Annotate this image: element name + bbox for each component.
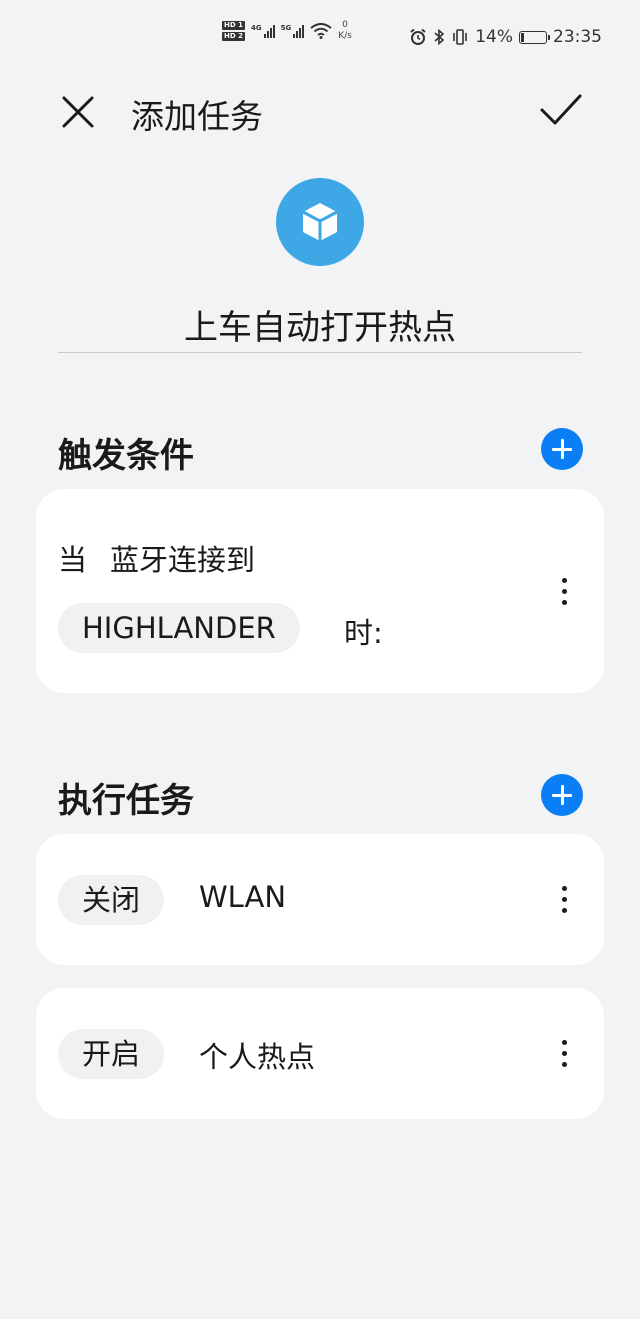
task-name-input[interactable]: [58, 296, 582, 353]
battery-fill: [521, 32, 524, 42]
sim2-type: 5G: [280, 24, 292, 32]
add-trigger-button[interactable]: [541, 428, 583, 470]
hd2-badge: HD 2: [222, 32, 245, 41]
speed-unit: K/s: [338, 31, 352, 41]
status-bar: HD 1 HD 2 4G 5G 0 K/s 14% 23:35: [0, 0, 640, 76]
trigger-card[interactable]: 当 蓝牙连接到 HIGHLANDER 时:: [36, 489, 604, 693]
more-dot: [561, 896, 567, 902]
more-dot: [561, 588, 567, 594]
network-speed: 0 K/s: [338, 20, 352, 42]
battery-percent: 14%: [475, 27, 513, 47]
alarm-icon: [410, 28, 426, 45]
more-dot: [561, 885, 567, 891]
trigger-section-title: 触发条件: [58, 436, 194, 476]
add-action-button[interactable]: [541, 774, 583, 816]
task-icon-button[interactable]: [276, 178, 364, 266]
more-dot: [561, 1050, 567, 1056]
wifi-icon: [310, 23, 332, 39]
action-target: WLAN: [199, 880, 287, 914]
signal-icon: [293, 24, 305, 38]
condition-prefix: 当: [58, 543, 88, 577]
checkmark-icon: [540, 94, 582, 125]
battery-icon: [519, 30, 550, 44]
bluetooth-device-chip[interactable]: HIGHLANDER: [58, 603, 300, 653]
cube-icon: [302, 203, 338, 241]
action-card-hotspot[interactable]: 开启 个人热点: [36, 988, 604, 1119]
more-dot: [561, 1039, 567, 1045]
sim2-signal: 5G: [281, 24, 305, 38]
action-more-button[interactable]: [554, 1033, 574, 1073]
sim1-type: 4G: [250, 24, 262, 32]
more-dot: [561, 599, 567, 605]
header: 添加任务: [0, 82, 640, 142]
speed-value: 0: [342, 20, 348, 30]
action-state-chip[interactable]: 关闭: [58, 875, 165, 925]
sim1-signal: 4G: [251, 24, 275, 38]
action-state-chip[interactable]: 开启: [58, 1029, 165, 1079]
action-target: 个人热点: [199, 1040, 316, 1074]
bluetooth-icon: [434, 28, 445, 46]
more-dot: [561, 577, 567, 583]
clock: 23:35: [553, 27, 602, 47]
vibrate-icon: [453, 29, 468, 45]
trigger-more-button[interactable]: [554, 571, 574, 611]
more-dot: [561, 1061, 567, 1067]
action-more-button[interactable]: [554, 879, 574, 919]
more-dot: [561, 907, 567, 913]
status-bar-right: 14% 23:35: [409, 27, 602, 47]
signal-icon: [263, 24, 275, 38]
condition-suffix: 时:: [344, 616, 383, 650]
status-bar-left: HD 1 HD 2 4G 5G 0 K/s: [222, 20, 352, 42]
condition-text: 蓝牙连接到: [110, 543, 256, 577]
page-title: 添加任务: [131, 97, 263, 136]
confirm-button[interactable]: [538, 90, 584, 130]
hd-badges: HD 1 HD 2: [222, 21, 245, 41]
hd1-badge: HD 1: [222, 21, 245, 30]
action-card-wlan[interactable]: 关闭 WLAN: [36, 834, 604, 965]
close-button[interactable]: [58, 92, 98, 132]
action-section-title: 执行任务: [58, 781, 194, 821]
close-icon: [62, 96, 94, 128]
